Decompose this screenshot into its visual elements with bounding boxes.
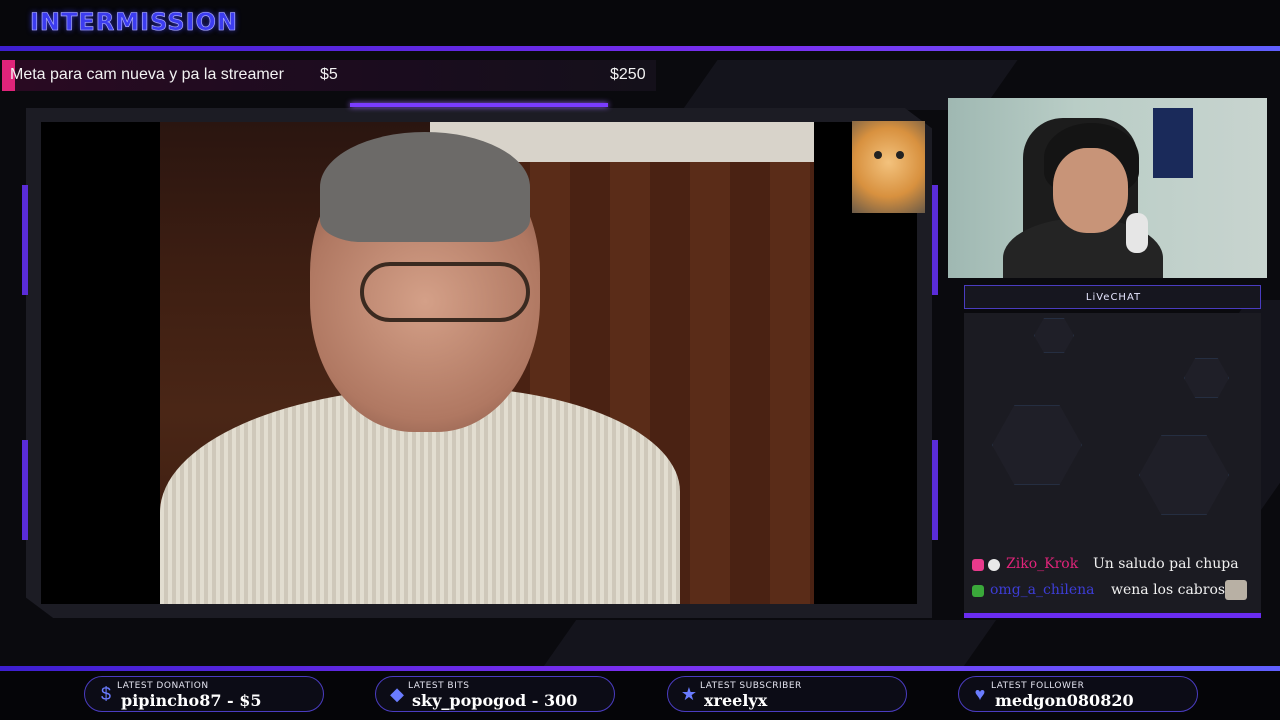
diamond-icon: ◆ (390, 684, 404, 704)
skull-badge-icon (988, 559, 1000, 571)
stat-label: LATEST BITS (408, 681, 470, 691)
heart-icon: ♥ (974, 684, 986, 704)
frame-right-notch-top (932, 185, 938, 295)
man-glasses (360, 262, 530, 322)
chat-username[interactable]: Ziko_Krok (1006, 556, 1078, 572)
streamer-webcam (948, 98, 1267, 278)
frame-right-notch-bottom (932, 440, 938, 540)
frame-left-notch-bottom (22, 440, 28, 540)
stat-label: LATEST DONATION (117, 681, 209, 691)
latest-subscriber-widget: ★ LATEST SUBSCRIBER xreelyx (667, 676, 907, 712)
video-content (160, 122, 814, 604)
cat-overlay-image (852, 121, 925, 213)
man-hair (320, 132, 530, 242)
star-icon: ★ (680, 684, 698, 704)
goal-current-amount: $5 (320, 66, 338, 83)
wall-poster (1153, 108, 1193, 178)
microphone (1126, 213, 1148, 253)
stat-value: pipincho87 - $5 (121, 691, 262, 710)
header-divider (0, 46, 1280, 51)
frame-left-notch-top (22, 185, 28, 295)
goal-target-amount: $250 (610, 66, 646, 83)
stat-value: xreelyx (704, 691, 768, 710)
stat-value: medgon080820 (995, 691, 1134, 710)
stat-label: LATEST FOLLOWER (991, 681, 1085, 691)
chat-title: LiVeCHAT (1085, 292, 1142, 303)
stat-value: sky_popogod - 300 (412, 691, 578, 710)
goal-label: Meta para cam nueva y pa la streamer (10, 66, 284, 83)
top-header: INTERMISSION (0, 0, 1280, 48)
frame-accent-glow (350, 103, 608, 107)
chat-text: Un saludo pal chupa (1093, 556, 1239, 572)
donation-goal-bar: Meta para cam nueva y pa la streamer $5 … (2, 60, 656, 91)
mod-badge-icon (972, 585, 984, 597)
stat-label: LATEST SUBSCRIBER (700, 681, 802, 691)
chat-bottom-accent (964, 613, 1261, 618)
latest-donation-widget: $ LATEST DONATION pipincho87 - $5 (84, 676, 324, 712)
chat-message: Ziko_Krok Un saludo pal chupa (970, 556, 1260, 576)
intermission-title: INTERMISSION (30, 8, 238, 37)
heart-badge-icon (972, 559, 984, 571)
latest-bits-widget: ◆ LATEST BITS sky_popogod - 300 (375, 676, 615, 712)
chat-text: wena los cabros (1111, 582, 1226, 598)
dollar-icon: $ (100, 684, 111, 704)
streamer-face (1053, 148, 1128, 233)
chat-message: omg_a_chilena wena los cabros (970, 580, 1260, 602)
latest-follower-widget: ♥ LATEST FOLLOWER medgon080820 (958, 676, 1198, 712)
cat-emote-icon (1225, 580, 1247, 600)
chat-username[interactable]: omg_a_chilena (990, 582, 1094, 598)
chat-header: LiVeCHAT (964, 285, 1261, 309)
